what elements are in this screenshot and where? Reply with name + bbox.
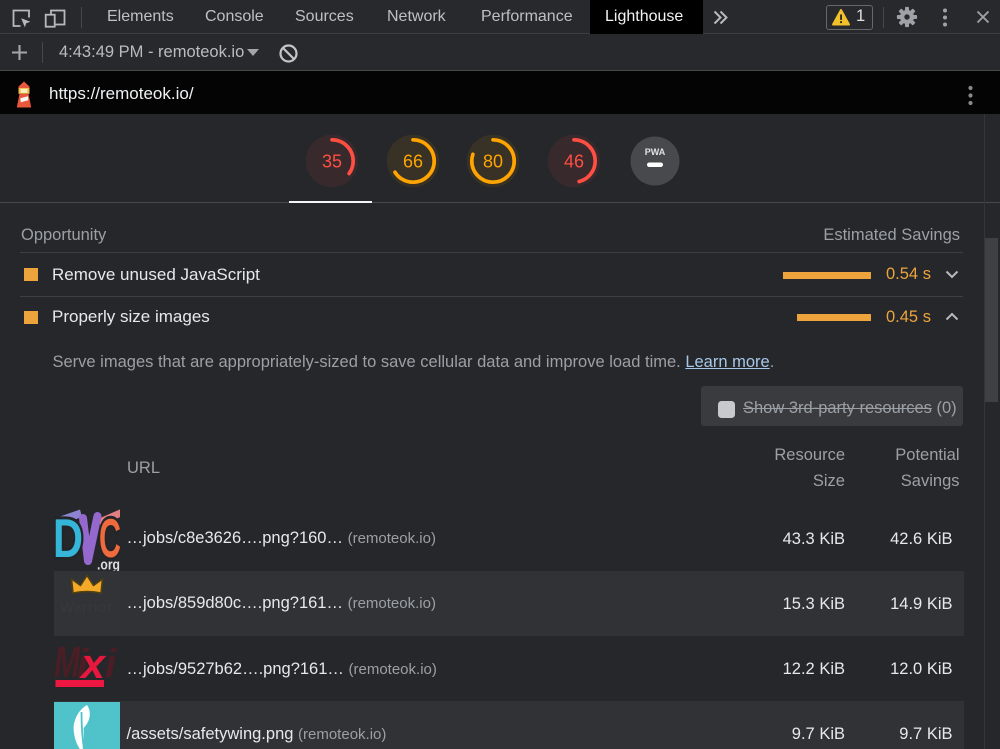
svg-text:80: 80 bbox=[483, 152, 503, 172]
svg-text:66: 66 bbox=[403, 152, 423, 172]
svg-text:x: x bbox=[79, 640, 107, 687]
svg-text:i: i bbox=[105, 642, 117, 686]
svg-text:Warrior: Warrior bbox=[60, 599, 113, 616]
svg-text:D: D bbox=[54, 507, 83, 569]
svg-text:35: 35 bbox=[322, 152, 342, 172]
svg-text:46: 46 bbox=[564, 152, 584, 172]
svg-text:PWA: PWA bbox=[645, 147, 666, 157]
